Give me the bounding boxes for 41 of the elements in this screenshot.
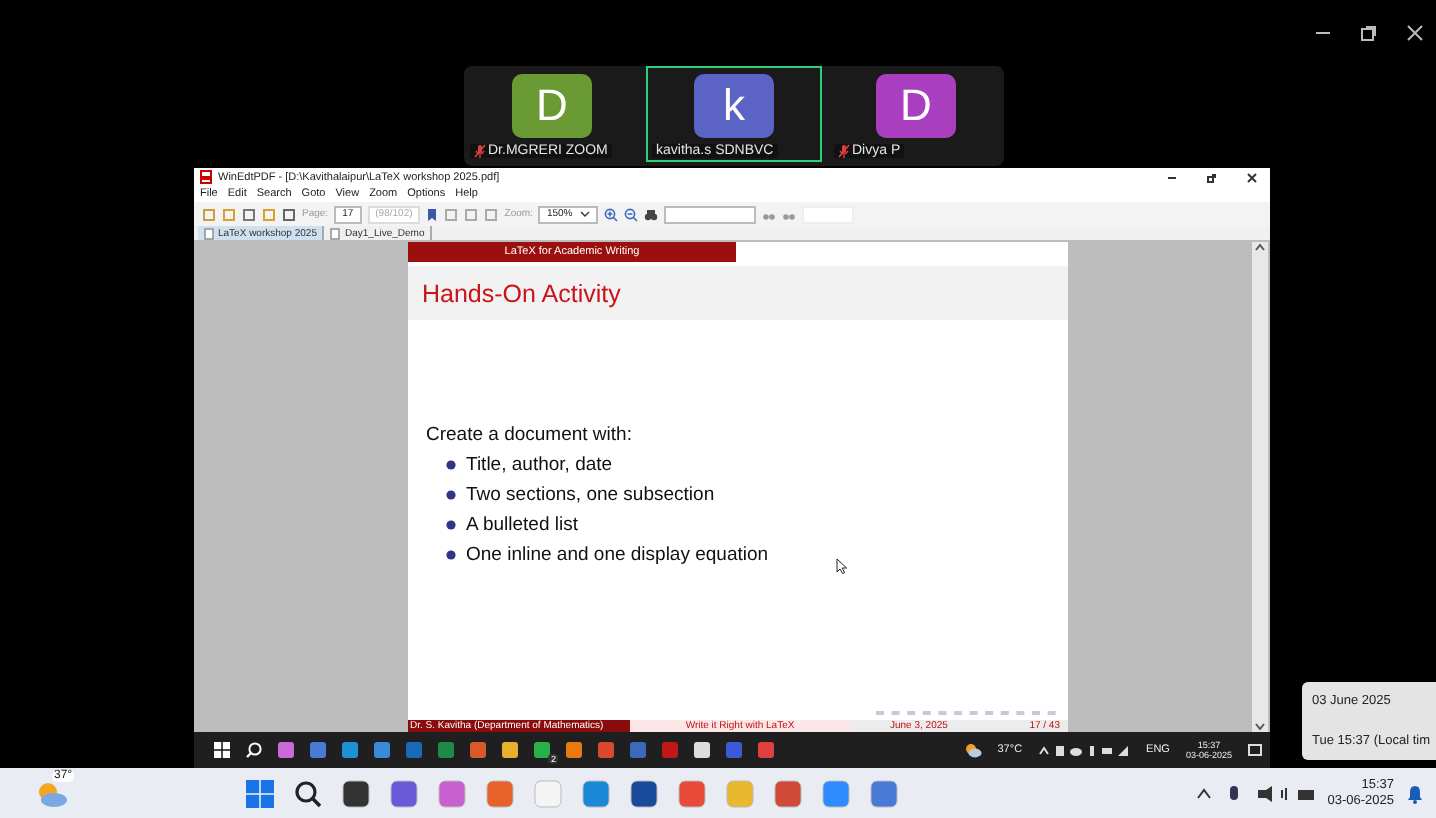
scrollbar[interactable] (1252, 242, 1268, 732)
zoom-in-icon[interactable] (604, 207, 619, 221)
bullet-icon (446, 459, 456, 469)
navigation-icons-drawing[interactable] (876, 708, 1060, 718)
scroll-down-icon[interactable] (1254, 722, 1266, 732)
scroll-up-icon[interactable] (1254, 242, 1266, 252)
notification-bell-icon[interactable] (1406, 783, 1424, 803)
caret-icon (580, 210, 591, 218)
weather-icon (963, 742, 982, 758)
avatar: k (694, 74, 774, 138)
bullet-icon (446, 489, 456, 499)
mouse-pointer-icon (836, 558, 848, 574)
system-tray-icons-drawing[interactable] (1038, 743, 1131, 757)
windows-logo-icon[interactable] (245, 779, 274, 807)
bullet-text: Title, author, date (466, 453, 613, 475)
avatar: D (876, 74, 956, 138)
weather-icon[interactable] (36, 779, 68, 807)
bullet-icon (446, 549, 456, 559)
close-icon[interactable] (1406, 24, 1424, 42)
minimize-icon[interactable] (1166, 171, 1178, 183)
bullet-text: One inline and one display equation (466, 543, 769, 565)
bullet-text: Two sections, one subsection (466, 483, 715, 505)
close-icon[interactable] (1246, 171, 1258, 183)
system-tray-icons-drawing[interactable] (1195, 783, 1316, 803)
notification-icon[interactable] (1248, 743, 1262, 757)
zoom-out-icon[interactable] (624, 207, 639, 221)
bullet-text: A bulleted list (466, 513, 578, 535)
search-icon[interactable] (293, 779, 322, 807)
app-icon[interactable] (629, 779, 658, 807)
bookmark-icon[interactable] (426, 207, 439, 221)
app-icon[interactable] (341, 779, 370, 807)
avatar: D (512, 74, 592, 138)
restore-icon[interactable] (1360, 24, 1378, 42)
search-field[interactable] (664, 205, 757, 223)
intro-text: Create a document with: (426, 424, 634, 446)
binoculars-icon[interactable] (644, 207, 659, 221)
search-icon[interactable] (246, 742, 262, 758)
bullet-icon (446, 519, 456, 529)
windows-logo-icon[interactable] (214, 742, 230, 758)
slide-title: Hands-On Activity (422, 279, 621, 307)
restore-icon[interactable] (1206, 171, 1218, 183)
